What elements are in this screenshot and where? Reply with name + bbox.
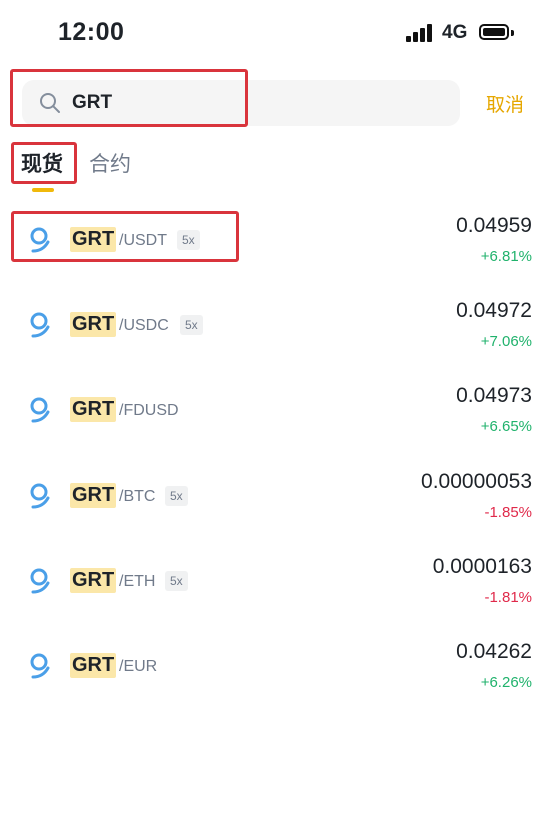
price-change: -1.85%: [484, 504, 532, 521]
last-price: 0.04959: [456, 214, 532, 237]
graph-token-icon: [28, 226, 54, 254]
cancel-button[interactable]: 取消: [486, 90, 524, 117]
graph-token-icon: [28, 396, 54, 424]
tab-contract[interactable]: 合约: [89, 148, 131, 178]
status-time: 12:00: [58, 18, 125, 46]
pair-quote: /BTC: [119, 488, 156, 505]
tab-highlight-box: [11, 142, 77, 184]
graph-token-icon: [28, 311, 54, 339]
pair-quote: /USDT: [119, 232, 167, 249]
pair-quote: /USDC: [119, 317, 169, 334]
last-price: 0.04972: [456, 299, 532, 322]
last-price: 0.04262: [456, 640, 532, 663]
leverage-badge: 5x: [177, 230, 200, 250]
price-change: +6.26%: [480, 674, 532, 691]
pair-row[interactable]: GRT/USDC 5x 0.04972 +7.06%: [0, 285, 554, 365]
pair-row[interactable]: GRT/FDUSD 0.04973 +6.65%: [0, 370, 554, 450]
graph-token-icon: [28, 567, 54, 595]
last-price: 0.04973: [456, 384, 532, 407]
battery-icon: [479, 24, 509, 40]
pair-row[interactable]: GRT/BTC 5x 0.00000053 -1.85%: [0, 456, 554, 536]
price-change: +6.65%: [480, 418, 532, 435]
pair-base: GRT: [70, 483, 117, 508]
graph-token-icon: [28, 652, 54, 680]
pair-base: GRT: [70, 653, 117, 678]
price-change: +6.81%: [480, 248, 532, 265]
pair-row[interactable]: GRT/USDT 5x 0.04959 +6.81%: [0, 200, 554, 280]
pair-base: GRT: [70, 397, 117, 422]
battery-tip: [511, 30, 514, 36]
pair-quote: /EUR: [119, 658, 158, 675]
active-tab-indicator: [32, 188, 54, 192]
pair-quote: /ETH: [119, 573, 156, 590]
pair-base: GRT: [70, 312, 117, 337]
pair-row[interactable]: GRT/ETH 5x 0.0000163 -1.81%: [0, 541, 554, 621]
leverage-badge: 5x: [165, 571, 188, 591]
network-label: 4G: [442, 22, 468, 43]
signal-icon: [406, 24, 434, 42]
search-highlight-box: [10, 69, 248, 127]
leverage-badge: 5x: [165, 486, 188, 506]
graph-token-icon: [28, 482, 54, 510]
price-change: -1.81%: [484, 589, 532, 606]
price-change: +7.06%: [480, 333, 532, 350]
last-price: 0.00000053: [421, 470, 532, 493]
pair-base: GRT: [70, 227, 117, 252]
leverage-badge: 5x: [180, 315, 203, 335]
pair-quote: /FDUSD: [119, 402, 179, 419]
pair-base: GRT: [70, 568, 117, 593]
last-price: 0.0000163: [432, 555, 532, 578]
pair-row[interactable]: GRT/EUR 0.04262 +6.26%: [0, 626, 554, 706]
